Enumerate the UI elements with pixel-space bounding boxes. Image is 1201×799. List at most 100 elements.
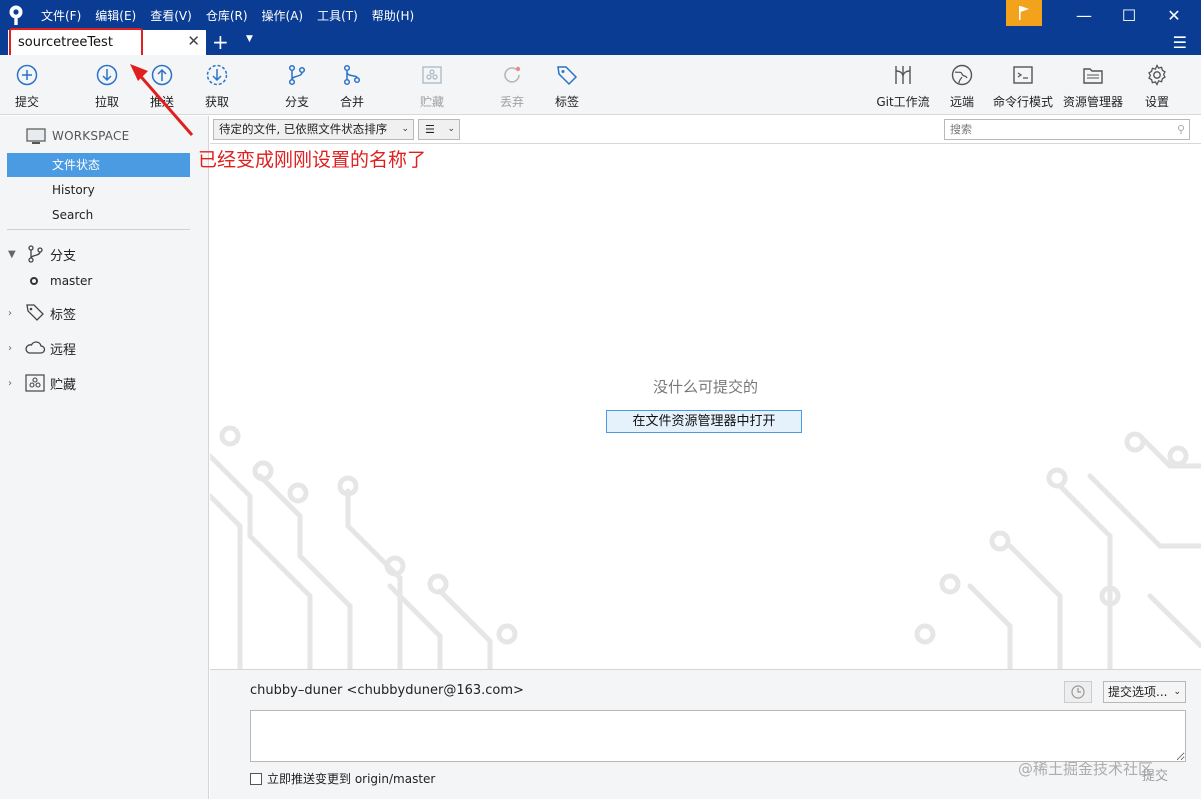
- file-status-panel: 待定的文件, 已依照文件状态排序 ⌄ ☰ ⌄ 搜索 ⚲ 没什么可提交的 在文件资…: [210, 116, 1201, 669]
- checkbox-icon[interactable]: [250, 772, 262, 785]
- menu-tools[interactable]: 工具(T): [317, 7, 358, 24]
- chevron-right-icon[interactable]: ›: [8, 378, 22, 389]
- commit-history-button[interactable]: [1064, 681, 1092, 703]
- sidebar-item-search[interactable]: Search: [7, 203, 190, 227]
- tag-icon: [26, 304, 44, 321]
- tag-tool-button[interactable]: 标签: [537, 55, 597, 115]
- explorer-tool-button[interactable]: 资源管理器: [1063, 55, 1123, 115]
- sourcetree-logo-icon: [9, 5, 23, 25]
- push-immediately-checkbox[interactable]: 立即推送变更到 origin/master: [250, 770, 435, 787]
- annotation-arrow-icon: [130, 64, 194, 136]
- chevron-down-icon: ⌄: [401, 124, 409, 134]
- git-flow-tool-label: Git工作流: [876, 95, 930, 109]
- stashes-title: 贮藏: [50, 377, 77, 393]
- list-view-icon: ☰: [425, 123, 435, 136]
- sidebar-section-remotes[interactable]: › 远程: [8, 337, 76, 359]
- sidebar-section-branches[interactable]: ▼ 分支: [8, 243, 76, 265]
- maximize-button[interactable]: ☐: [1107, 0, 1151, 30]
- annotation-text: 已经变成刚刚设置的名称了: [198, 149, 427, 171]
- sidebar-section-tags[interactable]: › 标签: [8, 302, 76, 324]
- menu-file[interactable]: 文件(F): [41, 7, 81, 24]
- commit-tool-button[interactable]: 提交: [0, 55, 57, 115]
- notification-flag-button[interactable]: [1006, 0, 1042, 26]
- terminal-tool-label: 命令行模式: [993, 95, 1054, 109]
- file-sort-value: 待定的文件, 已依照文件状态排序: [219, 122, 388, 136]
- workspace-title: WORKSPACE: [52, 129, 130, 143]
- menu-help[interactable]: 帮助(H): [372, 7, 414, 24]
- monitor-icon: [26, 127, 46, 144]
- commit-plus-icon: [16, 64, 38, 86]
- chevron-right-icon[interactable]: ›: [8, 343, 22, 354]
- search-placeholder: 搜索: [950, 123, 972, 136]
- git-flow-tool-button[interactable]: Git工作流: [873, 55, 933, 115]
- folder-icon: [1083, 68, 1103, 84]
- clock-icon: [1071, 685, 1085, 699]
- tab-close-icon[interactable]: ✕: [187, 32, 200, 50]
- view-mode-dropdown[interactable]: ☰ ⌄: [418, 119, 460, 140]
- gear-icon: [1148, 64, 1166, 86]
- tab-bar: sourcetreeTest ✕ + ▼ ☰: [0, 30, 1201, 55]
- discard-icon: [504, 66, 521, 83]
- close-window-button[interactable]: ✕: [1152, 0, 1196, 30]
- flag-icon: [1019, 6, 1029, 20]
- menu-edit[interactable]: 编辑(E): [95, 7, 136, 24]
- workspace-header: WORKSPACE: [26, 126, 129, 146]
- commit-options-dropdown[interactable]: 提交选项... ⌄: [1103, 681, 1186, 703]
- commit-options-label: 提交选项...: [1108, 685, 1168, 699]
- remotes-title: 远程: [50, 342, 77, 358]
- branch-tool-label: 分支: [284, 95, 309, 109]
- remote-tool-label: 远端: [949, 95, 974, 109]
- terminal-icon: [1013, 66, 1033, 84]
- merge-icon: [343, 64, 361, 86]
- tab-list-dropdown-icon[interactable]: ▼: [246, 34, 253, 44]
- remote-tool-button[interactable]: 远端: [932, 55, 992, 115]
- pull-arrow-down-icon: [96, 64, 118, 86]
- terminal-tool-button[interactable]: 命令行模式: [993, 55, 1053, 115]
- sidebar: WORKSPACE 文件状态 History Search ▼ 分支 maste…: [0, 116, 209, 799]
- tag-icon: [557, 66, 578, 86]
- menu-actions[interactable]: 操作(A): [262, 7, 304, 24]
- branch-icon: [288, 64, 306, 86]
- stash-icon: [422, 66, 442, 84]
- open-in-explorer-button[interactable]: 在文件资源管理器中打开: [606, 410, 802, 433]
- watermark: @稀土掘金技术社区: [1018, 760, 1154, 778]
- minimize-button[interactable]: —: [1062, 0, 1106, 30]
- sidebar-divider: [7, 229, 190, 230]
- branches-title: 分支: [50, 248, 77, 264]
- settings-tool-label: 设置: [1144, 95, 1169, 109]
- menu-bar: 文件(F) 编辑(E) 查看(V) 仓库(R) 操作(A) 工具(T) 帮助(H…: [34, 0, 421, 30]
- discard-tool-button[interactable]: 丢弃: [482, 55, 542, 115]
- chevron-down-icon: ⌄: [1173, 687, 1181, 697]
- search-icon: ⚲: [1176, 123, 1185, 136]
- commit-tool-label: 提交: [14, 95, 39, 109]
- commit-message-input[interactable]: [250, 710, 1186, 762]
- title-bar: 文件(F) 编辑(E) 查看(V) 仓库(R) 操作(A) 工具(T) 帮助(H…: [0, 0, 1201, 30]
- branch-tool-button[interactable]: 分支: [267, 55, 327, 115]
- sidebar-item-history[interactable]: History: [7, 178, 190, 202]
- discard-tool-label: 丢弃: [499, 95, 524, 109]
- stash-icon: [25, 374, 45, 392]
- sidebar-item-file-status[interactable]: 文件状态: [7, 153, 190, 177]
- menu-repository[interactable]: 仓库(R): [206, 7, 248, 24]
- settings-tool-button[interactable]: 设置: [1127, 55, 1187, 115]
- search-input[interactable]: 搜索 ⚲: [944, 119, 1190, 140]
- merge-tool-label: 合并: [339, 95, 364, 109]
- explorer-tool-label: 资源管理器: [1063, 95, 1124, 109]
- stash-tool-button[interactable]: 贮藏: [402, 55, 462, 115]
- stash-tool-label: 贮藏: [419, 95, 444, 109]
- chevron-right-icon[interactable]: ›: [8, 308, 22, 319]
- branch-item-master[interactable]: master: [30, 272, 92, 290]
- empty-state-message: 没什么可提交的: [652, 378, 758, 396]
- sidebar-section-stashes[interactable]: › 贮藏: [8, 372, 76, 394]
- new-tab-button[interactable]: +: [212, 31, 229, 53]
- merge-tool-button[interactable]: 合并: [322, 55, 382, 115]
- filter-bar: 待定的文件, 已依照文件状态排序 ⌄ ☰ ⌄ 搜索 ⚲: [210, 116, 1201, 144]
- branch-name: master: [50, 274, 93, 288]
- hamburger-menu-icon[interactable]: ☰: [1173, 33, 1187, 52]
- branch-icon: [28, 245, 43, 263]
- file-sort-dropdown[interactable]: 待定的文件, 已依照文件状态排序 ⌄: [213, 119, 414, 140]
- tags-title: 标签: [50, 307, 77, 323]
- chevron-down-icon[interactable]: ▼: [8, 249, 22, 260]
- push-immediately-label: 立即推送变更到 origin/master: [267, 772, 436, 786]
- menu-view[interactable]: 查看(V): [150, 7, 192, 24]
